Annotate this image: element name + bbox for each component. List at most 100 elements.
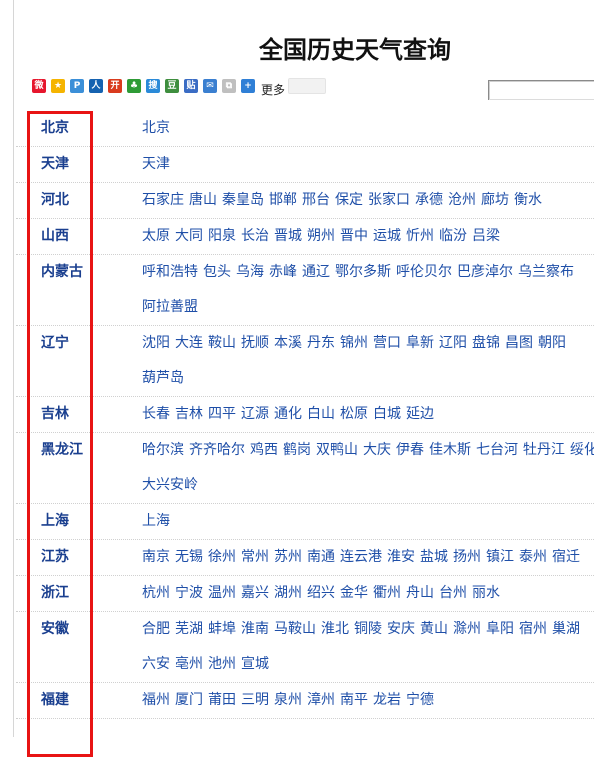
search-input[interactable] (488, 80, 594, 100)
city-link[interactable]: 呼伦贝尔 (396, 255, 452, 290)
city-link[interactable]: 石家庄 (142, 183, 184, 218)
tieba-icon[interactable]: 贴 (184, 79, 198, 93)
city-link[interactable]: 南京 (142, 540, 170, 575)
city-link[interactable]: 朝阳 (538, 326, 566, 361)
city-link[interactable]: 辽阳 (439, 326, 467, 361)
city-link[interactable]: 长治 (241, 219, 269, 254)
city-link[interactable]: 呼和浩特 (142, 255, 198, 290)
city-link[interactable]: 临汾 (439, 219, 467, 254)
city-link[interactable]: 通辽 (302, 255, 330, 290)
city-link[interactable]: 滁州 (453, 612, 481, 647)
city-link[interactable]: 大庆 (363, 433, 391, 468)
city-link[interactable]: 亳州 (175, 647, 203, 682)
city-link[interactable]: 马鞍山 (274, 612, 316, 647)
city-link[interactable]: 上海 (142, 504, 170, 539)
city-link[interactable]: 池州 (208, 647, 236, 682)
sina-weibo-icon[interactable]: 微 (32, 79, 46, 93)
clover-icon[interactable]: ♣ (127, 79, 141, 93)
city-link[interactable]: 大兴安岭 (142, 468, 198, 503)
city-link[interactable]: 吕梁 (472, 219, 500, 254)
more-plus-icon[interactable]: + (241, 79, 255, 93)
city-link[interactable]: 晋城 (274, 219, 302, 254)
copy-icon[interactable]: ⧉ (222, 79, 236, 93)
city-link[interactable]: 漳州 (307, 683, 335, 718)
qzone-icon[interactable]: ★ (51, 79, 65, 93)
sohu-icon[interactable]: 搜 (146, 79, 160, 93)
kaixin-icon[interactable]: 开 (108, 79, 122, 93)
city-link[interactable]: 延边 (406, 397, 434, 432)
city-link[interactable]: 昌图 (505, 326, 533, 361)
city-link[interactable]: 张家口 (368, 183, 410, 218)
city-link[interactable]: 北京 (142, 111, 170, 146)
city-link[interactable]: 绥化 (570, 433, 594, 468)
city-link[interactable]: 南通 (307, 540, 335, 575)
city-link[interactable]: 厦门 (175, 683, 203, 718)
city-link[interactable]: 合肥 (142, 612, 170, 647)
city-link[interactable]: 阳泉 (208, 219, 236, 254)
city-link[interactable]: 邢台 (302, 183, 330, 218)
city-link[interactable]: 台州 (439, 576, 467, 611)
city-link[interactable]: 秦皇岛 (222, 183, 264, 218)
city-link[interactable]: 衢州 (373, 576, 401, 611)
city-link[interactable]: 沈阳 (142, 326, 170, 361)
city-link[interactable]: 伊春 (396, 433, 424, 468)
city-link[interactable]: 阜阳 (486, 612, 514, 647)
city-link[interactable]: 杭州 (142, 576, 170, 611)
city-link[interactable]: 朔州 (307, 219, 335, 254)
city-link[interactable]: 鄂尔多斯 (335, 255, 391, 290)
city-link[interactable]: 巴彦淖尔 (457, 255, 513, 290)
city-link[interactable]: 通化 (274, 397, 302, 432)
city-link[interactable]: 天津 (142, 147, 170, 182)
city-link[interactable]: 南平 (340, 683, 368, 718)
city-link[interactable]: 吉林 (175, 397, 203, 432)
city-link[interactable]: 绍兴 (307, 576, 335, 611)
tencent-weibo-icon[interactable]: P (70, 79, 84, 93)
city-link[interactable]: 葫芦岛 (142, 361, 184, 396)
city-link[interactable]: 包头 (203, 255, 231, 290)
city-link[interactable]: 莆田 (208, 683, 236, 718)
city-link[interactable]: 营口 (373, 326, 401, 361)
city-link[interactable]: 大连 (175, 326, 203, 361)
email-icon[interactable]: ✉ (203, 79, 217, 93)
douban-icon[interactable]: 豆 (165, 79, 179, 93)
city-link[interactable]: 锦州 (340, 326, 368, 361)
city-link[interactable]: 牡丹江 (523, 433, 565, 468)
city-link[interactable]: 佳木斯 (429, 433, 471, 468)
city-link[interactable]: 芜湖 (175, 612, 203, 647)
city-link[interactable]: 盘锦 (472, 326, 500, 361)
city-link[interactable]: 铜陵 (354, 612, 382, 647)
city-link[interactable]: 无锡 (175, 540, 203, 575)
city-link[interactable]: 徐州 (208, 540, 236, 575)
city-link[interactable]: 连云港 (340, 540, 382, 575)
city-link[interactable]: 唐山 (189, 183, 217, 218)
city-link[interactable]: 淮安 (387, 540, 415, 575)
city-link[interactable]: 阜新 (406, 326, 434, 361)
city-link[interactable]: 宿迁 (552, 540, 580, 575)
city-link[interactable]: 常州 (241, 540, 269, 575)
renren-icon[interactable]: 人 (89, 79, 103, 93)
city-link[interactable]: 宁波 (175, 576, 203, 611)
city-link[interactable]: 运城 (373, 219, 401, 254)
city-link[interactable]: 宁德 (406, 683, 434, 718)
city-link[interactable]: 丹东 (307, 326, 335, 361)
city-link[interactable]: 黄山 (420, 612, 448, 647)
city-link[interactable]: 四平 (208, 397, 236, 432)
city-link[interactable]: 湖州 (274, 576, 302, 611)
city-link[interactable]: 沧州 (448, 183, 476, 218)
city-link[interactable]: 苏州 (274, 540, 302, 575)
city-link[interactable]: 晋中 (340, 219, 368, 254)
city-link[interactable]: 镇江 (486, 540, 514, 575)
city-link[interactable]: 金华 (340, 576, 368, 611)
city-link[interactable]: 双鸭山 (316, 433, 358, 468)
city-link[interactable]: 衡水 (514, 183, 542, 218)
city-link[interactable]: 蚌埠 (208, 612, 236, 647)
city-link[interactable]: 哈尔滨 (142, 433, 184, 468)
city-link[interactable]: 保定 (335, 183, 363, 218)
city-link[interactable]: 扬州 (453, 540, 481, 575)
city-link[interactable]: 宣城 (241, 647, 269, 682)
city-link[interactable]: 嘉兴 (241, 576, 269, 611)
city-link[interactable]: 大同 (175, 219, 203, 254)
city-link[interactable]: 邯郸 (269, 183, 297, 218)
city-link[interactable]: 温州 (208, 576, 236, 611)
city-link[interactable]: 辽源 (241, 397, 269, 432)
